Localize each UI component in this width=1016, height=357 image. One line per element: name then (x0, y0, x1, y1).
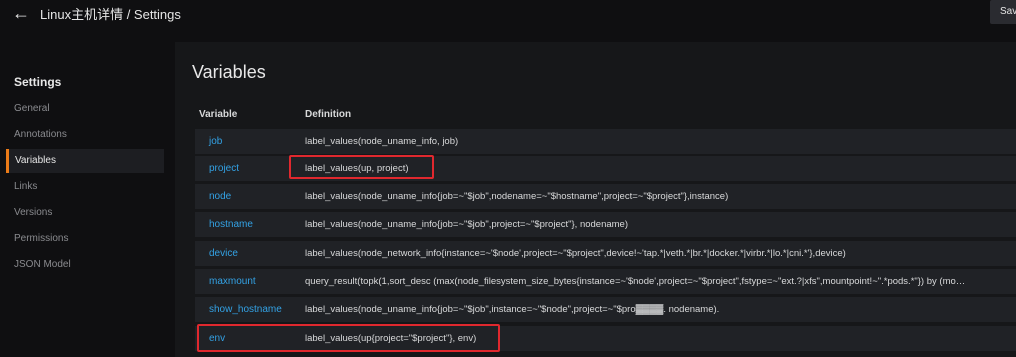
sidebar-item-permissions[interactable]: Permissions (6, 227, 164, 251)
variable-definition: label_values(node_uname_info{job=~"$job"… (305, 191, 729, 202)
variable-definition: query_result(topk(1,sort_desc (max(node_… (305, 276, 966, 287)
variable-definition: label_values(node_uname_info{job=~"$job"… (305, 304, 720, 315)
variable-name-link[interactable]: device (209, 241, 238, 266)
table-row[interactable]: hostname label_values(node_uname_info{jo… (195, 212, 1016, 237)
column-header-variable: Variable (199, 109, 238, 120)
top-bar: ← Linux主机详情 / Settings Sav (0, 0, 1016, 42)
table-row[interactable]: job label_values(node_uname_info, job) (195, 129, 1016, 154)
column-header-definition: Definition (305, 109, 352, 120)
variable-name-link[interactable]: job (209, 129, 222, 154)
settings-sidebar: Settings General Annotations Variables L… (0, 42, 175, 357)
sidebar-item-versions[interactable]: Versions (6, 201, 164, 225)
variable-definition: label_values(node_uname_info{job=~"$job"… (305, 219, 628, 230)
variable-name-link[interactable]: hostname (209, 212, 253, 237)
main-panel: Variables Variable Definition job label_… (175, 42, 1016, 357)
table-row[interactable]: env label_values(up{project="$project"},… (195, 326, 1016, 351)
variable-definition: label_values(node_network_info{instance=… (305, 248, 846, 259)
table-row[interactable]: maxmount query_result(topk(1,sort_desc (… (195, 269, 1016, 294)
arrow-left-icon[interactable]: ← (10, 2, 32, 24)
table-row[interactable]: device label_values(node_network_info{in… (195, 241, 1016, 266)
variable-definition: label_values(up{project="$project"}, env… (305, 333, 477, 344)
variable-definition: label_values(up, project) (305, 163, 409, 174)
variable-name-link[interactable]: node (209, 184, 231, 209)
variable-name-link[interactable]: project (209, 156, 239, 181)
sidebar-item-json-model[interactable]: JSON Model (6, 253, 164, 277)
table-row[interactable]: project label_values(up, project) (195, 156, 1016, 181)
breadcrumb: Linux主机详情 / Settings (40, 7, 181, 22)
page-title: Variables (192, 62, 266, 82)
table-row[interactable]: node label_values(node_uname_info{job=~"… (195, 184, 1016, 209)
variable-name-link[interactable]: maxmount (209, 269, 256, 294)
variable-name-link[interactable]: show_hostname (209, 297, 282, 322)
variable-definition: label_values(node_uname_info, job) (305, 136, 459, 147)
sidebar-item-general[interactable]: General (6, 97, 164, 121)
sidebar-title: Settings (14, 75, 62, 89)
variable-name-link[interactable]: env (209, 326, 225, 351)
sidebar-item-annotations[interactable]: Annotations (6, 123, 164, 147)
sidebar-item-variables[interactable]: Variables (6, 149, 164, 173)
table-row[interactable]: show_hostname label_values(node_uname_in… (195, 297, 1016, 322)
save-button[interactable]: Sav (990, 0, 1016, 24)
sidebar-item-links[interactable]: Links (6, 175, 164, 199)
